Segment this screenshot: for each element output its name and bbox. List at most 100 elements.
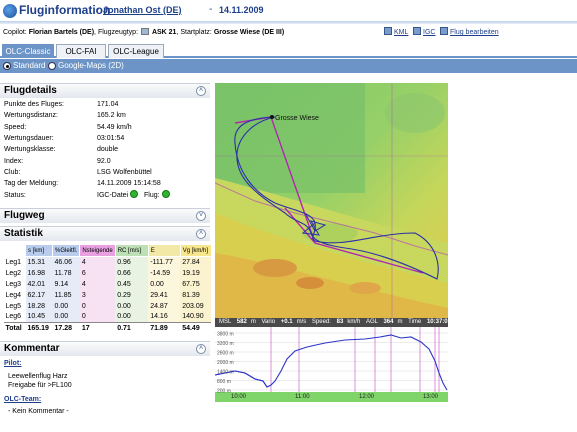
barogram[interactable]: 3800 m 3200 m 2600 m 2000 m 1400 m 800 m 200 m… <box>214 327 448 427</box>
tab-olc-league[interactable]: OLC-League <box>108 44 164 58</box>
barogram-chart: 3800 m 3200 m 2600 m 2000 m 1400 m 800 m 200 m… <box>214 327 448 427</box>
tab-olc-fai[interactable]: OLC-FAI <box>56 44 106 58</box>
table-cell: 54.49 <box>180 322 212 334</box>
table-cell: 0.45 <box>115 278 149 290</box>
collapse-icon[interactable]: ˄ <box>196 86 206 96</box>
table-cell: 10.45 <box>25 311 53 323</box>
pilot-link[interactable]: Jonathan Ost (DE) <box>103 5 182 15</box>
detail-label: Punkte des Fluges: <box>4 101 64 108</box>
detail-value: 54.49 km/h <box>97 123 132 131</box>
aircraft-icon <box>140 28 149 35</box>
time-label: Time <box>408 319 422 325</box>
altitude-tick-label: 3200 m <box>217 341 234 347</box>
table-cell: 3 <box>79 289 116 301</box>
flug-ok-icon <box>161 190 170 198</box>
radio-standard-label: Standard <box>13 61 46 70</box>
edit-icon <box>440 27 448 35</box>
table-cell: 203.09 <box>180 300 212 312</box>
table-cell: 17 <box>79 322 116 334</box>
pilot-comment-line: Freigabe für >FL100 <box>8 382 72 389</box>
col-climb-rate: RC [m/s] <box>114 244 149 257</box>
table-cell: 0.00 <box>115 300 149 312</box>
leg-label: Leg5 <box>3 300 26 312</box>
col-ground-speed: Vg [km/h] <box>179 244 212 257</box>
title-separator: - <box>209 4 213 15</box>
vario-label: Vario <box>261 319 276 325</box>
table-row: Leg6 10.45 0.00 0 0.00 14.16 140.90 <box>3 311 212 323</box>
table-cell: 46.06 <box>52 256 80 268</box>
msl-value: 582 <box>236 319 247 325</box>
flugweg-header[interactable]: Flugweg ˅ <box>0 208 210 223</box>
kommentar-header[interactable]: Kommentar ˄ <box>0 341 210 356</box>
leg-label: Leg2 <box>3 267 26 279</box>
collapse-icon[interactable]: ˄ <box>196 344 206 354</box>
airfield-marker <box>270 115 274 119</box>
igc-ok-icon <box>130 190 139 198</box>
title-bar: Fluginformation - Jonathan Ost (DE) - 14… <box>0 0 577 22</box>
copilot-value: Florian Bartels (DE) <box>28 29 95 36</box>
igc-link[interactable]: IGC <box>413 27 435 36</box>
aircraft-value: ASK 21 <box>151 29 177 36</box>
leg-label: Leg4 <box>3 289 26 301</box>
table-cell: 0.71 <box>115 322 149 334</box>
flugdetails-header[interactable]: Flugdetails ˄ <box>0 83 210 98</box>
pilot-comment-line: Leewellenflug Harz <box>8 373 68 380</box>
tab-olc-classic[interactable]: OLC-Classic <box>2 44 54 58</box>
copilot-label: Copilot: <box>3 29 27 36</box>
altitude-tick-label: 2600 m <box>217 351 234 357</box>
status-igc-label: IGC-Datei <box>97 192 129 199</box>
radio-google-maps[interactable] <box>48 62 56 70</box>
detail-label: Club: <box>4 168 21 176</box>
agl-label: AGL <box>366 319 378 325</box>
detail-value: 171.04 <box>97 101 119 108</box>
table-cell: 165.19 <box>25 322 53 334</box>
table-cell: 11.85 <box>52 289 80 301</box>
table-cell: 0.66 <box>115 267 149 279</box>
radio-standard[interactable] <box>3 62 11 70</box>
statistics-table: s [km] %Gleitfl. Nsteigende RC [m/s] E V… <box>3 244 212 334</box>
altitude-tick-label: 200 m <box>217 389 231 395</box>
flugdetails-title: Flugdetails <box>4 85 57 96</box>
view-selector: Standard Google-Maps (2D) <box>0 59 577 73</box>
flight-map[interactable]: Grosse Wiese <box>215 83 448 326</box>
table-cell: 9.14 <box>52 278 80 290</box>
table-cell: -14.59 <box>148 267 181 279</box>
table-cell: 16.98 <box>25 267 53 279</box>
table-cell: 140.90 <box>180 311 212 323</box>
olc-team-label: OLC-Team: <box>4 396 42 403</box>
collapse-icon[interactable]: ˄ <box>196 229 206 239</box>
table-cell: 6 <box>79 267 116 279</box>
kommentar-title: Kommentar <box>4 343 60 354</box>
table-cell: 81.39 <box>180 289 212 301</box>
expand-icon[interactable]: ˅ <box>196 211 206 221</box>
detail-label: Wertungsdauer: <box>4 134 54 142</box>
table-row: Leg1 15.31 46.06 4 0.96 -111.77 27.84 <box>3 256 212 268</box>
table-cell: 0.00 <box>148 278 181 290</box>
col-distance: s [km] <box>25 244 53 257</box>
detail-label: Index: <box>4 157 24 165</box>
aircraft-label: Flugzeugtyp: <box>97 29 139 36</box>
leg-label: Leg3 <box>3 278 26 290</box>
igc-icon <box>413 27 421 35</box>
edit-flight-link[interactable]: Flug bearbeiten <box>440 27 499 36</box>
table-cell: 29.41 <box>148 289 181 301</box>
pilot-comment-label: Pilot: <box>4 360 22 367</box>
table-cell: 4 <box>79 256 116 268</box>
table-cell: -111.77 <box>148 256 181 268</box>
table-header-empty <box>3 244 26 257</box>
table-row: Leg3 42.01 9.14 4 0.45 0.00 67.75 <box>3 278 212 290</box>
table-cell: 0 <box>79 300 116 312</box>
takeoff-value: Grosse Wiese (DE III) <box>213 29 285 36</box>
table-cell: 42.01 <box>25 278 53 290</box>
flight-info-line: Copilot: Florian Bartels (DE), Flugzeugt… <box>3 28 285 36</box>
speed-value: 83 <box>336 319 344 325</box>
table-cell: 15.31 <box>25 256 53 268</box>
statistik-title: Statistik <box>4 228 43 239</box>
table-cell: 19.19 <box>180 267 212 279</box>
col-glide-percent: %Gleitfl. <box>51 244 81 257</box>
statistik-header[interactable]: Statistik ˄ <box>0 226 210 241</box>
detail-value: 14.11.2009 15:14:58 <box>97 180 161 188</box>
detail-value: 92.0 <box>97 157 111 165</box>
speed-label: Speed: <box>311 319 331 325</box>
kml-link[interactable]: KML <box>384 27 408 36</box>
